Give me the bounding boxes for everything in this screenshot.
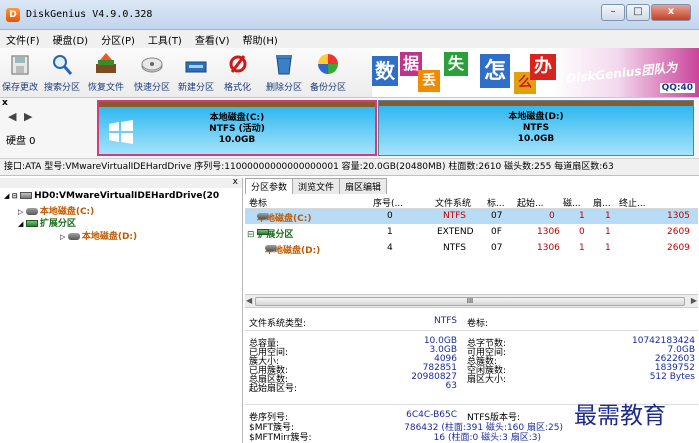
table-row[interactable]: 本地磁盘(C:) 0 NTFS 07 0 1 1 1305 (245, 209, 698, 224)
partition-icon (25, 208, 38, 215)
scroll-thumb[interactable]: III (255, 297, 685, 306)
window-controls: – □ x (601, 4, 691, 21)
fs-type-label: 文件系统类型: (249, 319, 307, 329)
hard-disk-icon (20, 192, 33, 199)
close-icon[interactable]: x (2, 98, 8, 108)
tab-browse-files[interactable]: 浏览文件 (292, 178, 341, 194)
menu-partition[interactable]: 分区(P) (101, 32, 135, 47)
disk-tree: x ◢ ⊟ HD0:VMwareVirtualIDEHardDrive(20 ▷… (0, 177, 243, 443)
banner-qq: QQ:40 (659, 83, 695, 93)
detail-label: 起始扇区号: (249, 384, 298, 394)
horizontal-scrollbar[interactable]: ◀ III ▶ (245, 294, 698, 308)
delete-partition-button[interactable]: 删除分区 (266, 50, 302, 93)
tree-node-d[interactable]: ▷ 本地磁盘(D:) (60, 229, 137, 242)
extended-partition-icon (25, 220, 38, 227)
window-title: DiskGenius V4.9.0.328 (26, 9, 153, 20)
disk-label: 硬盘 0 (6, 136, 36, 147)
close-icon[interactable]: x (233, 177, 238, 187)
mftmirr-label: $MFTMirr簇号: (249, 433, 312, 443)
tab-partition-params[interactable]: 分区参数 (245, 178, 294, 194)
recover-files-button[interactable]: 恢复文件 (88, 50, 124, 93)
menu-view[interactable]: 查看(V) (195, 32, 230, 47)
table-row[interactable]: 本地磁盘(D:) 4 NTFS 07 1306 1 1 2609 (245, 241, 698, 256)
menu-file[interactable]: 文件(F) (6, 32, 40, 47)
partition-icon (67, 233, 80, 240)
tab-bar: 分区参数 浏览文件 扇区编辑 (245, 178, 388, 194)
partition-icon (257, 213, 269, 219)
banner-tile: 办 (530, 54, 556, 80)
save-changes-button[interactable]: 保存更改 (2, 50, 38, 93)
tab-sector-edit[interactable]: 扇区编辑 (339, 178, 388, 194)
tree-node-disk[interactable]: ◢ ⊟ HD0:VMwareVirtualIDEHardDrive(20 (4, 191, 219, 201)
detail-value: 63 (445, 381, 457, 391)
fs-type-value: NTFS (434, 316, 457, 326)
partition-d-block[interactable]: 本地磁盘(D:) NTFS 10.0GB (378, 100, 694, 156)
windows-logo-icon (109, 120, 133, 144)
maximize-button[interactable]: □ (626, 4, 650, 21)
banner-tile: 怎 (480, 54, 510, 88)
scroll-left-icon[interactable]: ◀ (246, 296, 252, 305)
mftmirr-value: 16 (柱面:0 磁头:3 扇区:3) (433, 433, 541, 443)
minimize-button[interactable]: – (601, 4, 625, 21)
trash-icon (271, 50, 297, 78)
detail-label: 扇区大小: (467, 375, 507, 385)
menu-bar: 文件(F) 硬盘(D) 分区(P) 工具(T) 查看(V) 帮助(H) (0, 30, 699, 48)
new-partition-button[interactable]: 新建分区 (178, 50, 214, 93)
disk-map: x ◀ ▶ 硬盘 0 本地磁盘(C:) NTFS (活动) 10.0GB 本地磁… (0, 98, 699, 158)
backup-partition-button[interactable]: 备份分区 (310, 50, 346, 93)
app-icon: D (6, 8, 20, 22)
partition-d-size: 10.0GB (517, 134, 555, 144)
backup-icon (315, 50, 341, 78)
close-button[interactable]: x (651, 4, 691, 21)
search-partition-button[interactable]: 搜索分区 (44, 50, 80, 93)
extended-partition-icon (257, 229, 270, 235)
partition-c-size: 10.0GB (218, 135, 256, 145)
table-header: 卷标 序号(... 文件系统 标... 起始... 磁... 扇... 终止..… (245, 194, 698, 209)
partition-d-fs: NTFS (522, 123, 550, 133)
promo-banner[interactable]: 数 据 丢 失 怎 么 办 DiskGenius团队为 QQ:40 (372, 48, 699, 97)
menu-disk[interactable]: 硬盘(D) (53, 32, 89, 47)
title-bar: D DiskGenius V4.9.0.328 – □ x (0, 0, 699, 30)
disk-info-bar: 接口:ATA 型号:VMwareVirtualIDEHardDrive 序列号:… (0, 158, 699, 176)
new-partition-icon (183, 50, 209, 78)
banner-tile: 失 (444, 52, 468, 76)
watermark: 最需教育 (574, 403, 666, 429)
banner-tile: 丢 (418, 70, 440, 92)
format-icon (225, 50, 251, 78)
detail-value: 512 Bytes (649, 372, 695, 382)
recover-files-icon (93, 50, 119, 78)
quick-partition-button[interactable]: 快速分区 (134, 50, 170, 93)
table-row[interactable]: ⊟ 扩展分区 1 EXTEND 0F 1306 0 1 2609 (245, 225, 698, 240)
volume-label: 卷标: (467, 319, 489, 329)
partition-d-name: 本地磁盘(D:) (508, 112, 564, 122)
partition-icon (265, 245, 277, 251)
partition-c-block[interactable]: 本地磁盘(C:) NTFS (活动) 10.0GB (97, 100, 377, 156)
banner-tile: 数 (372, 56, 398, 86)
partition-c-fs: NTFS (活动) (209, 124, 265, 134)
quick-partition-icon (139, 50, 165, 78)
menu-tools[interactable]: 工具(T) (148, 32, 182, 47)
magnifier-icon (49, 50, 75, 78)
partition-c-name: 本地磁盘(C:) (209, 113, 265, 123)
disk-nav-arrows[interactable]: ◀ ▶ (8, 110, 34, 123)
scroll-right-icon[interactable]: ▶ (691, 296, 697, 305)
tree-node-extended[interactable]: ◢ 扩展分区 (18, 216, 76, 229)
save-disk-icon (7, 50, 33, 78)
serial-value: 6C4C-B65C (406, 410, 457, 420)
format-button[interactable]: 格式化 (224, 50, 251, 93)
menu-help[interactable]: 帮助(H) (243, 32, 278, 47)
